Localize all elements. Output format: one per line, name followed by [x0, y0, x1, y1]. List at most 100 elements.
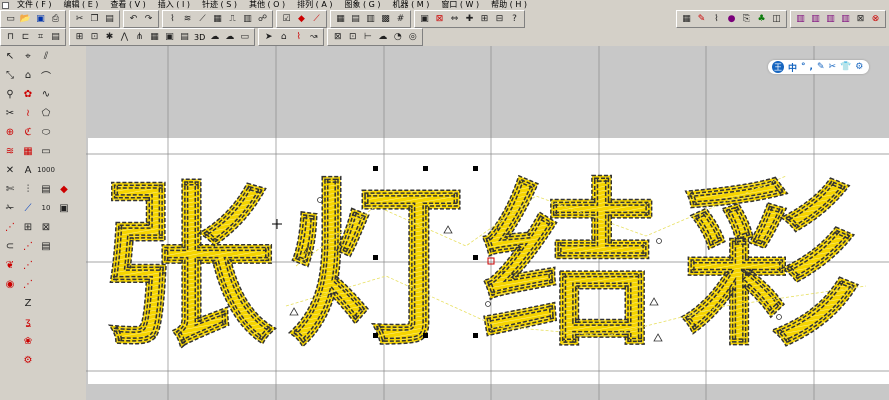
- cross-tool-icon[interactable]: ✕: [2, 162, 18, 178]
- machine-b-icon[interactable]: ⊠: [433, 13, 446, 26]
- stitch-f-icon[interactable]: ▥: [241, 13, 254, 26]
- ime-pen-icon[interactable]: ✎: [817, 62, 825, 72]
- print-icon[interactable]: ⎙: [49, 13, 62, 26]
- shape-icon[interactable]: ◆: [295, 13, 308, 26]
- save-icon[interactable]: ▣: [34, 13, 47, 26]
- cut-icon[interactable]: ✂: [73, 13, 86, 26]
- ime-toolbar[interactable]: 王 中 ° , ✎ ✂ 👕 ⚙: [768, 60, 870, 74]
- grid-select-icon[interactable]: ⊞: [20, 219, 36, 235]
- shape-tool-icon[interactable]: ◫: [770, 13, 783, 26]
- arrange-c-icon[interactable]: ▥: [364, 13, 377, 26]
- house-shape-icon[interactable]: ⌂: [20, 67, 36, 83]
- text-tool-icon[interactable]: A: [20, 162, 36, 178]
- menu-machine[interactable]: 机器 ( M ): [387, 0, 436, 10]
- machine-g-icon[interactable]: ?: [508, 13, 521, 26]
- outline-e-icon[interactable]: ⋔: [133, 31, 146, 44]
- outline-a-icon[interactable]: ⊞: [73, 31, 86, 44]
- cloud-b-icon[interactable]: ☁: [223, 31, 236, 44]
- measure-icon[interactable]: ⊕: [2, 124, 18, 140]
- outline-h-icon[interactable]: ▤: [178, 31, 191, 44]
- misc-d-icon[interactable]: ☁: [376, 31, 389, 44]
- palette-icon[interactable]: ▦: [680, 13, 693, 26]
- misc-f-icon[interactable]: ◎: [406, 31, 419, 44]
- arrange-a-icon[interactable]: ▦: [334, 13, 347, 26]
- arc-icon[interactable]: ⌒: [38, 67, 54, 83]
- tool-a-icon[interactable]: ⊓: [4, 31, 17, 44]
- color-pick-icon[interactable]: ✎: [695, 13, 708, 26]
- view-a-icon[interactable]: ▥: [794, 13, 807, 26]
- ellipse-icon[interactable]: ⬭: [38, 124, 54, 140]
- tool-c-icon[interactable]: ⌗: [34, 31, 47, 44]
- brush-icon[interactable]: ❦: [2, 257, 18, 273]
- view-d-icon[interactable]: ▥: [839, 13, 852, 26]
- misc-c-icon[interactable]: ⊢: [361, 31, 374, 44]
- ime-settings-icon[interactable]: ⚙: [855, 62, 863, 72]
- check-icon[interactable]: ☑: [280, 13, 293, 26]
- flower-b-icon[interactable]: ❀: [20, 333, 36, 349]
- gear-icon[interactable]: ⚙: [20, 352, 36, 368]
- rectangle-icon[interactable]: ▭: [38, 143, 54, 159]
- new-file-icon[interactable]: ▭: [4, 13, 17, 26]
- cloud-icon[interactable]: ☁: [208, 31, 221, 44]
- machine-a-icon[interactable]: ▣: [418, 13, 431, 26]
- count-10-button[interactable]: 10: [38, 200, 54, 216]
- outline-f-icon[interactable]: ▦: [148, 31, 161, 44]
- ime-fullwidth-toggle[interactable]: °: [801, 62, 806, 72]
- menu-file[interactable]: 文件 ( F ): [11, 0, 57, 10]
- stitch-edit-icon[interactable]: ⌇: [292, 31, 305, 44]
- color-fill-icon[interactable]: ◆: [56, 181, 72, 197]
- ime-logo[interactable]: 王: [772, 61, 784, 73]
- ime-skin-icon[interactable]: 👕: [840, 62, 851, 72]
- dotted-line-icon[interactable]: ⋰: [2, 219, 18, 235]
- paste-icon[interactable]: ▤: [103, 13, 116, 26]
- outline-g-icon[interactable]: ▣: [163, 31, 176, 44]
- open-folder-icon[interactable]: 📂: [19, 13, 32, 26]
- tool-d-icon[interactable]: ▤: [49, 31, 62, 44]
- view-3d-button[interactable]: 3D: [194, 33, 205, 42]
- redo-icon[interactable]: ↷: [142, 13, 155, 26]
- dotted-line-d-icon[interactable]: ⋰: [20, 276, 36, 292]
- thread-icon[interactable]: ⌇: [710, 13, 723, 26]
- freehand-icon[interactable]: ∿: [38, 86, 54, 102]
- scissors-b-icon[interactable]: ✁: [2, 200, 18, 216]
- grid-b-icon[interactable]: #: [394, 13, 407, 26]
- menu-insert[interactable]: 插入 ( I ): [152, 0, 196, 10]
- copy-icon[interactable]: ❐: [88, 13, 101, 26]
- dotted-line-c-icon[interactable]: ⋰: [20, 257, 36, 273]
- layer-icon[interactable]: ▣: [56, 200, 72, 216]
- stitch-c-icon[interactable]: ⟋: [196, 13, 209, 26]
- letter-c-icon[interactable]: ℭ: [20, 124, 36, 140]
- outline-c-icon[interactable]: ✱: [103, 31, 116, 44]
- manual-stitch-icon[interactable]: ⫽: [38, 48, 54, 64]
- outline-b-icon[interactable]: ⊡: [88, 31, 101, 44]
- grid-icon[interactable]: ▩: [379, 13, 392, 26]
- pointer-icon[interactable]: ➤: [262, 31, 275, 44]
- machine-f-icon[interactable]: ⊟: [493, 13, 506, 26]
- stitch-g-icon[interactable]: ☍: [256, 13, 269, 26]
- menu-stitch[interactable]: 针迹 ( S ): [196, 0, 243, 10]
- menu-help[interactable]: 帮助 ( H ): [485, 0, 533, 10]
- z-tool-button[interactable]: Z: [20, 295, 36, 311]
- stitch-b-icon[interactable]: ≋: [181, 13, 194, 26]
- zoom-tool-icon[interactable]: ⚲: [2, 86, 18, 102]
- misc-e-icon[interactable]: ◔: [391, 31, 404, 44]
- line-tool-icon[interactable]: ⟋: [20, 200, 36, 216]
- design-canvas[interactable]: 张 灯 结 彩: [86, 46, 889, 400]
- ime-chinese-toggle[interactable]: 中: [788, 61, 797, 74]
- grid-tool-icon[interactable]: ▤: [38, 181, 54, 197]
- node-icon[interactable]: ⌂: [277, 31, 290, 44]
- menu-arrange[interactable]: 排列 ( A ): [291, 0, 338, 10]
- menu-view[interactable]: 查看 ( V ): [104, 0, 151, 10]
- view-b-icon[interactable]: ▥: [809, 13, 822, 26]
- color-dot-icon[interactable]: ●: [725, 13, 738, 26]
- tree-icon[interactable]: ♣: [755, 13, 768, 26]
- menu-window[interactable]: 窗口 ( W ): [435, 0, 485, 10]
- misc-b-icon[interactable]: ⊡: [346, 31, 359, 44]
- flower-icon[interactable]: ✿: [20, 86, 36, 102]
- misc-a-icon[interactable]: ⊠: [331, 31, 344, 44]
- undo-icon[interactable]: ↶: [127, 13, 140, 26]
- dotted-line-b-icon[interactable]: ⋰: [20, 238, 36, 254]
- loop-icon[interactable]: ʓ: [20, 314, 36, 330]
- node-tool-icon[interactable]: ⌖: [20, 48, 36, 64]
- wave-icon[interactable]: ≋: [2, 143, 18, 159]
